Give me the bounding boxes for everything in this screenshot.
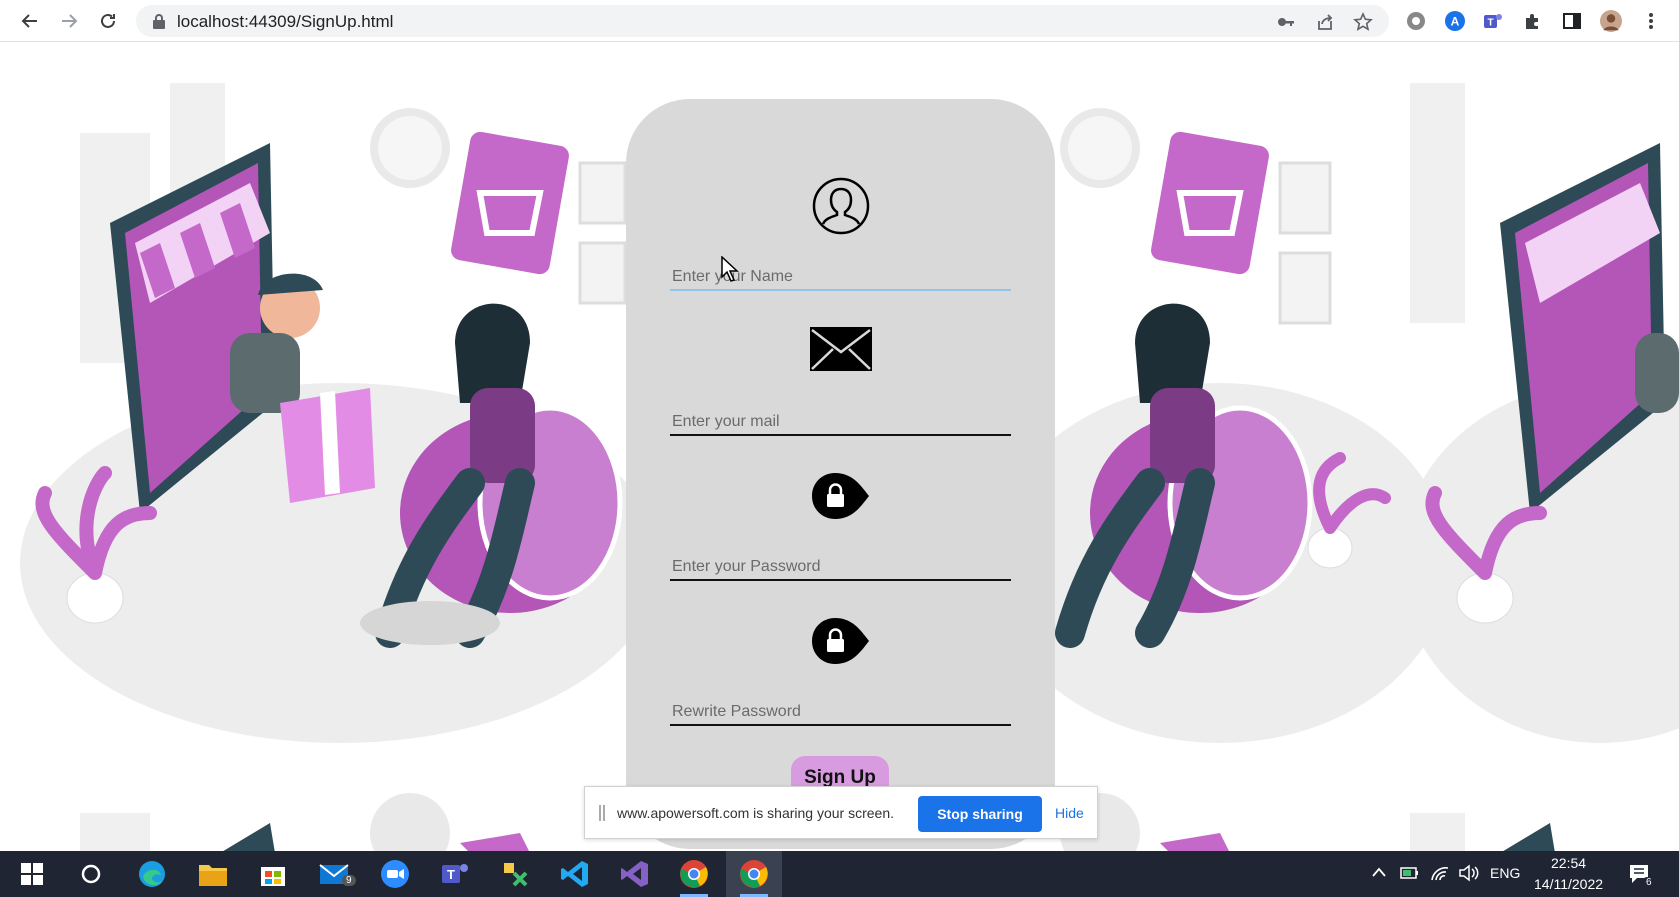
taskbar-zoom[interactable]	[367, 851, 423, 897]
taskbar-mail[interactable]: 9	[306, 851, 362, 897]
chrome-icon	[680, 860, 708, 888]
password-lock-icon	[811, 473, 869, 519]
visual-studio-icon	[621, 861, 648, 887]
taskbar-file-explorer[interactable]	[185, 851, 241, 897]
screen-share-bar: www.apowersoft.com is sharing your scree…	[584, 786, 1098, 839]
shop-illustration-right	[1040, 83, 1679, 743]
tray-expand-chevron-icon[interactable]	[1372, 867, 1386, 877]
taskbar-snip[interactable]	[487, 851, 543, 897]
language-indicator[interactable]: ENG	[1490, 865, 1520, 881]
cortana-circle-icon	[81, 864, 101, 884]
menu-kebab-icon[interactable]	[1640, 10, 1662, 32]
bookmark-star-icon[interactable]	[1353, 12, 1373, 32]
mail-input[interactable]	[670, 410, 1011, 436]
volume-icon[interactable]	[1458, 864, 1480, 882]
drag-grip-icon[interactable]	[599, 805, 605, 821]
address-bar[interactable]: localhost:44309/SignUp.html	[136, 5, 1389, 37]
share-message: www.apowersoft.com is sharing your scree…	[617, 805, 894, 821]
snip-sketch-icon	[504, 863, 528, 887]
chrome-icon	[740, 860, 768, 888]
signup-card: Sign Up	[626, 99, 1055, 849]
url-text: localhost:44309/SignUp.html	[177, 12, 394, 31]
back-button[interactable]	[15, 6, 45, 36]
reload-icon	[101, 13, 115, 28]
store-icon	[261, 867, 285, 886]
side-panel-icon[interactable]	[1561, 10, 1583, 32]
forward-arrow-icon	[62, 14, 78, 28]
edge-icon	[139, 861, 165, 887]
svg-text:A: A	[1451, 15, 1460, 29]
start-button[interactable]	[4, 851, 60, 897]
settings-extension-icon[interactable]	[1405, 10, 1427, 32]
taskbar-teams[interactable]: T	[427, 851, 483, 897]
notification-badge: 6	[1642, 877, 1656, 888]
forward-button[interactable]	[54, 6, 84, 36]
user-icon	[812, 177, 869, 235]
mail-badge: 9	[342, 875, 356, 886]
wifi-icon[interactable]	[1430, 864, 1450, 882]
taskbar-chrome[interactable]	[666, 851, 722, 897]
stop-sharing-button[interactable]: Stop sharing	[918, 796, 1042, 832]
reload-button[interactable]	[93, 6, 123, 36]
teams-extension-icon[interactable]: T	[1482, 10, 1504, 32]
profile-avatar[interactable]	[1600, 10, 1622, 32]
shop-illustration-left	[20, 83, 640, 743]
profile-a-extension-icon[interactable]: A	[1444, 10, 1466, 32]
extensions-puzzle-icon[interactable]	[1522, 10, 1544, 32]
search-button[interactable]	[63, 851, 119, 897]
clock-time[interactable]: 22:54	[1551, 855, 1586, 871]
back-arrow-icon	[21, 14, 37, 28]
share-icon[interactable]	[1315, 12, 1335, 32]
mail-envelope-icon	[809, 327, 872, 371]
zoom-icon	[381, 860, 409, 888]
taskbar-visual-studio[interactable]	[607, 851, 663, 897]
browser-toolbar: localhost:44309/SignUp.html A T	[0, 0, 1679, 42]
rewrite-password-lock-icon	[811, 618, 869, 664]
vscode-icon	[561, 861, 588, 887]
clock-date[interactable]: 14/11/2022	[1534, 876, 1603, 892]
svg-text:T: T	[447, 867, 455, 882]
teams-icon: T	[442, 864, 468, 883]
mouse-cursor-icon	[721, 256, 739, 282]
battery-icon[interactable]	[1400, 865, 1420, 881]
windows-taskbar: 9 T ENG 22:54 14/11/2022 6	[0, 851, 1679, 897]
folder-icon	[199, 865, 227, 886]
svg-text:T: T	[1487, 18, 1493, 29]
taskbar-chrome-active[interactable]	[726, 851, 782, 897]
lock-icon	[153, 14, 165, 29]
page-viewport: Sign Up	[0, 43, 1679, 851]
taskbar-vscode[interactable]	[547, 851, 603, 897]
taskbar-store[interactable]	[245, 851, 301, 897]
windows-logo-icon	[21, 863, 43, 885]
password-input[interactable]	[670, 555, 1011, 581]
rewrite-password-input[interactable]	[670, 700, 1011, 726]
taskbar-edge[interactable]	[124, 851, 180, 897]
hide-link[interactable]: Hide	[1055, 805, 1084, 821]
key-icon[interactable]	[1276, 12, 1296, 32]
